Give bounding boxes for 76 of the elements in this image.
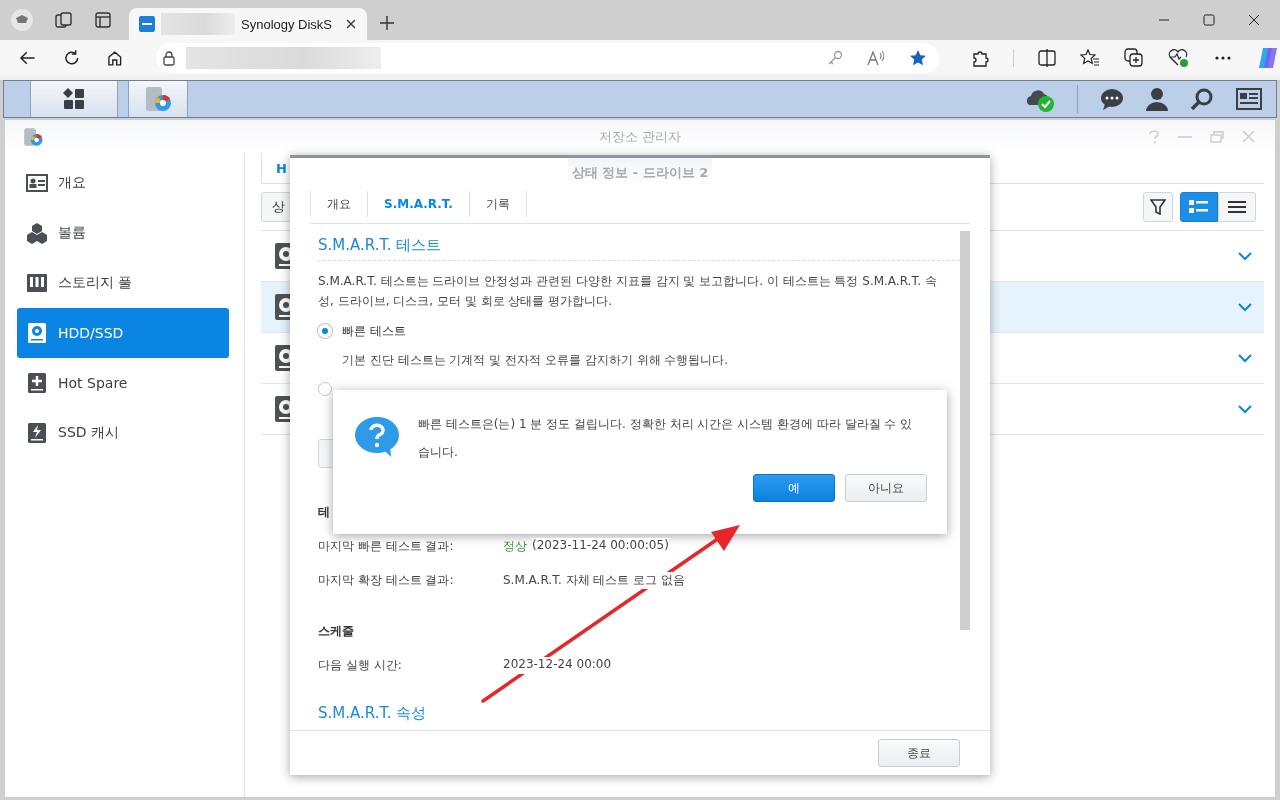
detail-view-button[interactable] xyxy=(1180,192,1218,222)
storage-manager-button[interactable] xyxy=(128,81,188,117)
sidebar-item[interactable]: HDD/SSD xyxy=(17,308,229,358)
user-icon[interactable] xyxy=(1146,87,1168,111)
chevron-down-icon[interactable] xyxy=(1238,404,1252,414)
section-heading: 스케줄 xyxy=(318,623,355,640)
workspaces-icon[interactable] xyxy=(55,11,73,29)
message-text: 빠른 테스트은(는) 1 분 정도 걸립니다. 정확한 처리 시간은 시스템 환경에 따라 달라질 수 있습니다. xyxy=(418,416,914,461)
option-label: 빠른 테스트 xyxy=(342,322,406,340)
id-card-icon xyxy=(26,172,48,194)
read-aloud-icon[interactable] xyxy=(867,49,885,66)
tab-actions-icon[interactable] xyxy=(95,12,111,28)
field-label: 마지막 확장 테스트 결과: xyxy=(318,572,455,589)
no-button[interactable]: 아니요 xyxy=(845,474,927,502)
columns-icon xyxy=(26,272,48,294)
new-tab-icon[interactable] xyxy=(379,15,395,31)
chat-icon[interactable] xyxy=(1100,88,1124,110)
apps-grid-icon xyxy=(63,88,85,110)
sidebar-item[interactable]: 볼륨 xyxy=(17,208,229,258)
heart-pulse-icon[interactable] xyxy=(1168,47,1190,68)
sidebar-item[interactable]: SSD 캐시 xyxy=(17,408,229,458)
window-title: 저장소 관리자 xyxy=(598,127,682,146)
field-label: 다음 실행 시간: xyxy=(318,657,403,674)
option-description: 기본 진단 테스트는 기계적 및 전자적 오류를 감지하기 위해 수행됩니다. xyxy=(342,352,730,369)
star-icon[interactable] xyxy=(909,48,927,67)
cubes-icon xyxy=(26,222,48,244)
filter-button[interactable] xyxy=(1143,192,1173,222)
storage-chart-icon xyxy=(143,84,173,114)
field-label: 마지막 빠른 테스트 결과: xyxy=(318,538,455,555)
section-title: S.M.A.R.T. 테스트 xyxy=(318,236,443,255)
sidebar-item[interactable]: 스토리지 풀 xyxy=(17,258,229,308)
address-field[interactable] xyxy=(155,42,939,73)
question-icon xyxy=(353,416,401,458)
home-icon[interactable] xyxy=(106,48,124,67)
tab[interactable]: S.M.A.R.T. xyxy=(367,191,469,217)
tab[interactable]: H xyxy=(276,160,287,176)
tab[interactable]: 개요 xyxy=(310,191,367,217)
radio-button[interactable] xyxy=(318,382,332,396)
search-icon[interactable] xyxy=(1190,87,1214,111)
refresh-icon[interactable] xyxy=(62,48,81,67)
list-view-button[interactable] xyxy=(1218,192,1256,222)
close-icon[interactable] xyxy=(1248,14,1260,26)
tab-title: Synology DiskS xyxy=(241,16,334,32)
description-text: S.M.A.R.T. 테스트는 드라이브 안정성과 관련된 다양한 지표를 감지 및 보고합니다. 이 테스트는 특정 S.M.A.R.T. 속성, 드라이브, 디스크, 모터 및 회로 상태를 평가합니다. xyxy=(318,273,938,310)
widgets-icon[interactable] xyxy=(1236,88,1262,110)
lock-icon xyxy=(161,49,176,66)
main-menu-button[interactable] xyxy=(30,81,118,117)
collections-icon[interactable] xyxy=(1124,47,1144,68)
sidebar-item[interactable]: 개요 xyxy=(17,158,229,208)
sidebar-item[interactable]: Hot Spare xyxy=(17,358,229,408)
scrollbar[interactable] xyxy=(960,231,970,630)
chevron-down-icon[interactable] xyxy=(1238,302,1252,312)
detail-list-icon xyxy=(1189,200,1209,214)
filter-icon xyxy=(1150,199,1166,215)
menu-icon xyxy=(1228,200,1246,214)
chevron-down-icon[interactable] xyxy=(1238,251,1252,261)
profile-icon[interactable] xyxy=(11,9,33,31)
section-title: S.M.A.R.T. 속성 xyxy=(318,704,428,722)
field-value: S.M.A.R.T. 자체 테스트 로그 없음 xyxy=(503,572,686,589)
close-button[interactable]: 종료 xyxy=(878,739,960,767)
tab[interactable]: 기록 xyxy=(468,191,527,217)
extensions-icon[interactable] xyxy=(971,48,989,67)
copilot-icon[interactable] xyxy=(1256,45,1280,70)
favorites-icon[interactable] xyxy=(1080,48,1100,67)
maximize-icon[interactable] xyxy=(1203,14,1215,26)
section-heading: 테 xyxy=(318,504,331,521)
browser-tab[interactable]: Synology DiskS xyxy=(129,8,367,40)
dsm-favicon-icon xyxy=(139,16,155,32)
storage-chart-icon xyxy=(22,125,44,148)
chevron-down-icon[interactable] xyxy=(1238,353,1252,363)
field-value: 2023-12-24 00:00 xyxy=(503,657,612,674)
split-screen-icon[interactable] xyxy=(1038,48,1056,67)
key-icon[interactable] xyxy=(827,49,843,66)
more-icon[interactable] xyxy=(1214,54,1232,61)
close-icon[interactable] xyxy=(345,18,357,30)
status-text: 정상 xyxy=(503,538,527,555)
